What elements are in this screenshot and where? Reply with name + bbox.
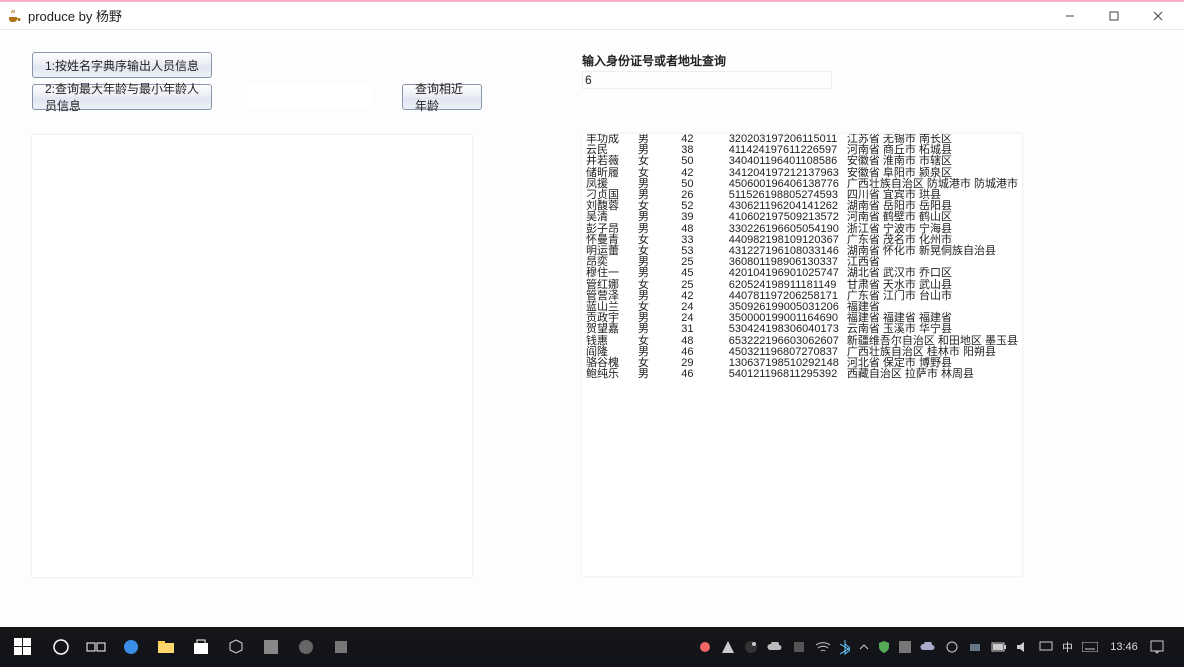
- app-icon-1[interactable]: [255, 630, 287, 664]
- table-row: 吴清男3941060219750921357​2河南省 鹤壁市 鹤山区: [582, 212, 1022, 223]
- explorer-icon[interactable]: [150, 630, 182, 664]
- results-table: 丰功成男4232020319720611501​1江苏省 无锡市 南长区云民男3…: [582, 134, 1022, 380]
- sort-by-name-button[interactable]: 1:按姓名字典序输出人员信息: [32, 52, 212, 78]
- cell-sex: 女: [634, 156, 677, 167]
- cell-sex: 男: [634, 324, 677, 335]
- cell-name: 穆住一: [582, 268, 634, 279]
- taskbar-left: [4, 630, 357, 664]
- cell-sex: 男: [634, 268, 677, 279]
- windows-taskbar: 中 13:46: [0, 627, 1184, 667]
- steam-icon[interactable]: [741, 630, 761, 664]
- maximize-button[interactable]: [1092, 2, 1136, 30]
- cell-addr: 河南省 鹤壁市 鹤山区: [843, 212, 1022, 223]
- cell-id: 34040119640110858​6: [725, 156, 843, 167]
- cell-id: 53042419830604017​3: [725, 324, 843, 335]
- cell-sex: 男: [634, 212, 677, 223]
- search-label: 输入身份证号或者地址查询: [582, 52, 1174, 69]
- onedrive-icon[interactable]: [764, 630, 786, 664]
- edge-icon[interactable]: [115, 630, 147, 664]
- cell-name: 井若薇: [582, 156, 634, 167]
- cell-age: 39: [677, 212, 724, 223]
- window-title: produce by 杨野: [28, 6, 122, 25]
- app-icon-2[interactable]: [290, 630, 322, 664]
- clock[interactable]: 13:46: [1104, 630, 1144, 664]
- cell-name: 鲍纯乐: [582, 369, 634, 380]
- chevron-up-icon[interactable]: [856, 630, 872, 664]
- results-panel: 丰功成男4232020319720611501​1江苏省 无锡市 南长区云民男3…: [582, 134, 1022, 576]
- cell-addr: 湖北省 武汉市 乔口区: [843, 268, 1022, 279]
- java-cup-icon: [6, 8, 22, 24]
- power-icon[interactable]: [988, 630, 1010, 664]
- window-titlebar: produce by 杨野: [0, 2, 1184, 30]
- cell-age: 50: [677, 156, 724, 167]
- table-row: 贺望嘉男3153042419830604017​3云南省 玉溪市 华宁县: [582, 324, 1022, 335]
- tray-generic-icon[interactable]: [896, 630, 914, 664]
- ime-indicator[interactable]: 中: [1059, 630, 1076, 664]
- max-min-age-button[interactable]: 2:查询最大年龄与最小年龄人员信息: [32, 84, 212, 110]
- cell-addr: 安徽省 淮南市 市辖区: [843, 156, 1022, 167]
- cell-addr: 西藏自治区 拉萨市 林周县: [843, 369, 1022, 380]
- tray-icon-2[interactable]: [718, 630, 738, 664]
- cell-id: 41060219750921357​2: [725, 212, 843, 223]
- notifications-icon[interactable]: [1147, 630, 1167, 664]
- table-row: 井若薇女5034040119640110858​6安徽省 淮南市 市辖区: [582, 156, 1022, 167]
- close-button[interactable]: [1136, 2, 1180, 30]
- cell-name: 贺望嘉: [582, 324, 634, 335]
- right-column: 输入身份证号或者地址查询 丰功成男4232020319720611501​1江苏…: [582, 52, 1174, 617]
- cell-age: 46: [677, 369, 724, 380]
- cube-icon[interactable]: [220, 630, 252, 664]
- keyboard-icon[interactable]: [1079, 630, 1101, 664]
- search-input[interactable]: [582, 71, 832, 89]
- cell-age: 45: [677, 268, 724, 279]
- cell-name: 吴清: [582, 212, 634, 223]
- cell-id: 42010419690102574​7: [725, 268, 843, 279]
- screen-icon[interactable]: [1036, 630, 1056, 664]
- client-area: 1:按姓名字典序输出人员信息 2:查询最大年龄与最小年龄人员信息 查询相近年龄 …: [0, 32, 1184, 627]
- tray-icon-1[interactable]: [695, 630, 715, 664]
- volume-icon[interactable]: [1013, 630, 1033, 664]
- tray-shield-icon[interactable]: [875, 630, 893, 664]
- cortana-icon[interactable]: [45, 630, 77, 664]
- cloud-sync-icon[interactable]: [917, 630, 939, 664]
- left-column: 1:按姓名字典序输出人员信息 2:查询最大年龄与最小年龄人员信息 查询相近年龄: [32, 52, 492, 617]
- wifi-icon[interactable]: [812, 630, 834, 664]
- left-output-panel: [32, 135, 472, 577]
- cell-age: 31: [677, 324, 724, 335]
- bluetooth-icon[interactable]: [837, 630, 853, 664]
- store-icon[interactable]: [185, 630, 217, 664]
- near-age-button[interactable]: 查询相近年龄: [402, 84, 482, 110]
- tray-tool-icon[interactable]: [942, 630, 962, 664]
- table-row: 鲍纯乐男4654012119681129539​2西藏自治区 拉萨市 林周县: [582, 369, 1022, 380]
- table-row: 穆住一男4542010419690102574​7湖北省 武汉市 乔口区: [582, 268, 1022, 279]
- show-desktop-button[interactable]: [1174, 630, 1180, 664]
- task-view-icon[interactable]: [80, 630, 112, 664]
- minimize-button[interactable]: [1048, 2, 1092, 30]
- start-button[interactable]: [4, 630, 42, 664]
- graphics-icon[interactable]: [789, 630, 809, 664]
- app-icon-3[interactable]: [325, 630, 357, 664]
- cell-addr: 云南省 玉溪市 华宁县: [843, 324, 1022, 335]
- cell-id: 54012119681129539​2: [725, 369, 843, 380]
- cell-sex: 男: [634, 369, 677, 380]
- age-input-field[interactable]: [242, 85, 372, 109]
- tray-app-icon[interactable]: [965, 630, 985, 664]
- taskbar-right: 中 13:46: [695, 630, 1180, 664]
